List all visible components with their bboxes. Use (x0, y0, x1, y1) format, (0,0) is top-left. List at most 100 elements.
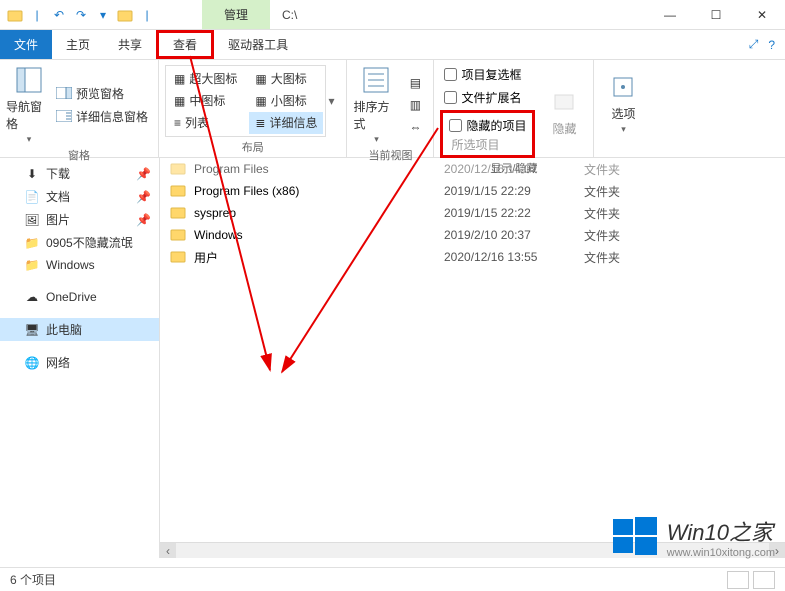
ribbon: 导航窗格 ▾ 预览窗格 详细信息窗格 窗格 ▦超大图标 ▦大图标 ▦中图标 (0, 60, 785, 158)
details-pane-icon (56, 108, 72, 124)
sidebar-item[interactable]: 📁Windows (0, 254, 159, 276)
sidebar-item[interactable]: ⬇下载📌 (0, 162, 159, 185)
layout-more-icon[interactable]: ▾ (328, 94, 340, 108)
options-button[interactable]: 选项 ▾ (600, 71, 646, 135)
checkbox-icon[interactable] (444, 68, 457, 81)
sort-icon (360, 64, 392, 96)
close-button[interactable]: ✕ (739, 0, 785, 30)
download-icon: ⬇ (24, 166, 40, 182)
file-row[interactable]: Program Files (x86)2019/1/15 22:29文件夹 (160, 180, 785, 202)
title-bar: | ↶ ↷ ▾ | 管理 C:\ — ☐ ✕ (0, 0, 785, 30)
grid-icon: ▦ (174, 72, 185, 86)
status-bar: 6 个项目 (0, 567, 785, 591)
minimize-button[interactable]: — (647, 0, 693, 30)
hide-items-button[interactable]: 隐藏 (541, 86, 587, 137)
layout-details[interactable]: ≣详细信息 (249, 112, 323, 134)
context-tab-manage[interactable]: 管理 (202, 0, 270, 29)
list-icon: ≡ (174, 116, 181, 130)
sidebar-item-label: 网络 (46, 354, 70, 371)
window-controls: — ☐ ✕ (647, 0, 785, 30)
navigation-sidebar: ⬇下载📌📄文档📌🖼图片📌 📁 0905不隐藏流氓 📁Windows ☁OneDrive 🖥… (0, 158, 160, 558)
options-icon (607, 71, 639, 103)
file-row[interactable]: 用户2020/12/16 13:55文件夹 (160, 246, 785, 268)
watermark-url: www.win10xitong.com (667, 547, 775, 559)
divider-icon: | (138, 6, 156, 24)
hidden-items-highlight: 隐藏的项目 所选项目 (440, 110, 535, 158)
folder-icon (170, 160, 188, 178)
sidebar-item[interactable]: 🖼图片📌 (0, 208, 159, 231)
sidebar-item[interactable]: 📄文档📌 (0, 185, 159, 208)
file-date: 2020/12/16 14:07 (444, 162, 584, 176)
watermark-title: Win10之家 (667, 515, 775, 547)
file-name: 用户 (194, 249, 444, 266)
file-date: 2019/1/15 22:29 (444, 184, 584, 198)
options-label: 选项 (611, 105, 635, 122)
group-icon: ▤ (407, 75, 423, 91)
preview-pane-button[interactable]: 预览窗格 (52, 83, 152, 104)
redo-icon[interactable]: ↷ (72, 6, 90, 24)
sidebar-item[interactable]: 📁 0905不隐藏流氓 (0, 231, 159, 254)
tab-file[interactable]: 文件 (0, 30, 52, 59)
sidebar-item[interactable]: 🌐网络 (0, 351, 159, 374)
nav-pane-button[interactable]: 导航窗格 ▾ (6, 64, 52, 145)
scroll-left-icon[interactable]: ‹ (160, 543, 176, 558)
details-view-icon[interactable] (727, 571, 749, 589)
file-row[interactable]: Program Files2020/12/16 14:07文件夹 (160, 158, 785, 180)
hidden-items-toggle[interactable]: 隐藏的项目 (445, 115, 530, 136)
layout-large[interactable]: ▦大图标 (249, 68, 323, 90)
file-name: sysprep (194, 206, 444, 220)
picture-icon: 🖼 (24, 212, 40, 228)
tab-drive-tools[interactable]: 驱动器工具 (214, 30, 302, 59)
group-by-button[interactable]: ▤ (403, 73, 427, 93)
sidebar-item-label: 文档 (46, 188, 70, 205)
file-date: 2019/2/10 20:37 (444, 228, 584, 242)
file-row[interactable]: Windows2019/2/10 20:37文件夹 (160, 224, 785, 246)
layout-list[interactable]: ≡列表 (168, 112, 243, 134)
layout-extra-large[interactable]: ▦超大图标 (168, 68, 243, 90)
nav-pane-label: 导航窗格 (6, 98, 52, 132)
folder-icon (6, 6, 24, 24)
folder-icon (170, 226, 188, 244)
checkbox-icon[interactable] (444, 91, 457, 104)
file-type: 文件夹 (584, 249, 664, 266)
divider-icon: | (28, 6, 46, 24)
undo-icon[interactable]: ↶ (50, 6, 68, 24)
sidebar-item[interactable]: ☁OneDrive (0, 286, 159, 308)
file-type: 文件夹 (584, 161, 664, 178)
tab-share[interactable]: 共享 (104, 30, 156, 59)
nav-pane-icon (13, 64, 45, 96)
chevron-down-icon: ▾ (621, 124, 626, 135)
sort-by-button[interactable]: 排序方式 ▾ (353, 64, 399, 145)
item-checkboxes-toggle[interactable]: 项目复选框 (440, 64, 535, 85)
ribbon-group-layout: ▦超大图标 ▦大图标 ▦中图标 ▦小图标 ≡列表 ≣详细信息 ▾ 布局 (159, 60, 347, 157)
large-icons-view-icon[interactable] (753, 571, 775, 589)
group-label-layout: 布局 (165, 137, 340, 155)
hide-items-label: 隐藏 (552, 120, 576, 137)
file-row[interactable]: sysprep2019/1/15 22:22文件夹 (160, 202, 785, 224)
chevron-down-icon: ▾ (374, 134, 379, 145)
columns-icon: ▥ (407, 97, 423, 113)
folder-icon: 📁 (24, 235, 40, 251)
chevron-down-icon[interactable]: ▾ (94, 6, 112, 24)
layout-medium[interactable]: ▦中图标 (168, 90, 243, 112)
expand-ribbon-icon[interactable]: ⤢ (749, 37, 759, 52)
file-type: 文件夹 (584, 205, 664, 222)
tab-home[interactable]: 主页 (52, 30, 104, 59)
add-columns-button[interactable]: ▥ (403, 95, 427, 115)
layout-small[interactable]: ▦小图标 (249, 90, 323, 112)
fit-icon: ⇔ (407, 119, 423, 135)
file-extensions-toggle[interactable]: 文件扩展名 (440, 87, 535, 108)
checkbox-icon[interactable] (449, 119, 462, 132)
folder-icon (170, 182, 188, 200)
sidebar-item[interactable]: 🖥 此电脑 (0, 318, 159, 341)
help-icon[interactable]: ? (768, 38, 775, 52)
maximize-button[interactable]: ☐ (693, 0, 739, 30)
sidebar-item-label: 0905不隐藏流氓 (46, 234, 133, 251)
pc-icon: 🖥 (24, 322, 40, 338)
details-pane-button[interactable]: 详细信息窗格 (52, 106, 152, 127)
sidebar-item-label: 此电脑 (46, 321, 82, 338)
size-columns-button[interactable]: ⇔ (403, 117, 427, 137)
folder-icon (170, 204, 188, 222)
file-date: 2019/1/15 22:22 (444, 206, 584, 220)
tab-view[interactable]: 查看 (156, 30, 214, 59)
